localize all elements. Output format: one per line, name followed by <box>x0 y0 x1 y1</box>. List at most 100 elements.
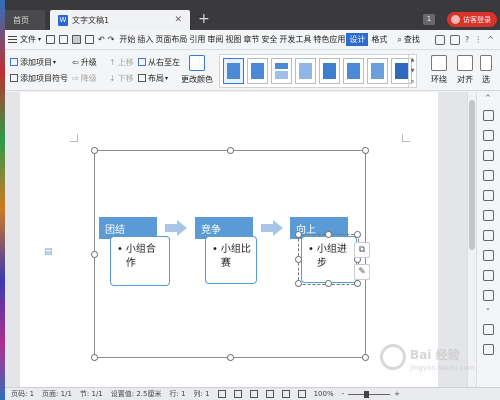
file-menu[interactable]: 文件 ▾ <box>5 34 44 45</box>
window-count-badge[interactable]: 1 <box>423 14 435 25</box>
tab-sections[interactable]: 章节 <box>242 34 260 45</box>
resize-handle[interactable] <box>325 231 332 238</box>
zoom-in-button[interactable]: + <box>394 390 400 398</box>
style-thumb-5[interactable] <box>319 58 340 84</box>
style-thumb-6[interactable] <box>343 58 364 84</box>
tab-format[interactable]: 格式 <box>370 34 388 45</box>
gallery-scroll[interactable]: ▲ ▼ ≡ <box>408 55 416 87</box>
cursor-icon[interactable] <box>483 110 494 121</box>
resize-handle[interactable] <box>227 147 234 154</box>
tab-developer[interactable]: 开发工具 <box>278 34 312 45</box>
reading-view-icon[interactable] <box>249 390 258 398</box>
status-page[interactable]: 页码: 1 <box>11 389 34 399</box>
add-item-button[interactable]: 添加项目 ▾ <box>10 56 56 68</box>
style-thumb-2[interactable] <box>247 58 268 84</box>
search-button[interactable]: ⌕ 查找 <box>394 34 422 45</box>
status-setting[interactable]: 设置值: 2.5厘米 <box>111 389 162 399</box>
tab-insert[interactable]: 插入 <box>136 34 154 45</box>
style-thumb-4[interactable] <box>295 58 316 84</box>
collapse-ribbon-icon[interactable]: ^ <box>487 35 494 44</box>
zoom-slider[interactable] <box>348 390 391 398</box>
resize-handle[interactable] <box>227 354 234 361</box>
guest-login-button[interactable]: 访客登录 <box>447 12 497 27</box>
chevron-down-icon[interactable]: ▼ <box>411 68 415 74</box>
resize-handle[interactable] <box>91 354 98 361</box>
zoom-slider-knob[interactable] <box>364 390 370 398</box>
prev-page-icon[interactable] <box>483 324 494 335</box>
tab-references[interactable]: 引用 <box>188 34 206 45</box>
print-icon[interactable] <box>59 35 69 44</box>
format-icon[interactable] <box>483 130 494 141</box>
chevron-down-icon[interactable]: ⌄ <box>485 304 491 312</box>
tab-document[interactable]: W 文字文稿1 ✕ <box>50 10 190 30</box>
tab-home[interactable]: 首页 <box>5 10 45 30</box>
node-body[interactable]: • 小组比赛 <box>205 236 257 284</box>
save-icon[interactable] <box>46 35 56 44</box>
style-thumb-7[interactable] <box>367 58 388 84</box>
chevron-up-icon[interactable]: ^ <box>485 94 491 102</box>
resize-handle[interactable] <box>295 256 302 263</box>
zoom-level[interactable]: 100% <box>314 390 334 398</box>
picture-icon[interactable] <box>483 210 494 221</box>
next-page-icon[interactable] <box>483 344 494 355</box>
chevron-up-icon[interactable]: ▲ <box>411 57 415 63</box>
print-preview-icon[interactable] <box>72 35 82 44</box>
resize-handle[interactable] <box>91 147 98 154</box>
shapes-icon[interactable] <box>483 150 494 161</box>
more-icon[interactable]: ⋮ <box>474 35 482 44</box>
tab-view[interactable]: 视图 <box>224 34 242 45</box>
node-body[interactable]: • 小组合作 <box>110 236 170 286</box>
zoom-out-button[interactable]: - <box>342 390 345 398</box>
resize-handle[interactable] <box>354 231 361 238</box>
add-bullet-button[interactable]: 添加项目符号 <box>10 72 68 84</box>
resize-handle[interactable] <box>362 354 369 361</box>
change-color-button[interactable]: 更改颜色 <box>181 55 213 89</box>
scrollbar-thumb[interactable] <box>469 100 475 250</box>
outline-view-icon[interactable] <box>281 390 290 398</box>
resize-handle[interactable] <box>362 147 369 154</box>
resize-handle[interactable] <box>354 280 361 287</box>
style-icon[interactable] <box>483 170 494 181</box>
undo-icon[interactable]: ↶ <box>98 35 105 44</box>
new-tab-button[interactable]: + <box>198 11 210 27</box>
redo-icon[interactable]: ↷ <box>108 35 115 44</box>
selection-box[interactable] <box>295 231 361 287</box>
document-page[interactable]: ▤ 团结 • 小组合作 竞争 • 小组比赛 向上 • 小组进步 ⧉ ✎ <box>20 92 438 387</box>
style-thumb-3[interactable] <box>271 58 292 84</box>
backup-icon[interactable] <box>483 250 494 261</box>
downgrade-button[interactable]: ⇨ 降级 <box>72 72 97 84</box>
gallery-more-icon[interactable]: ≡ <box>410 79 414 85</box>
tab-design[interactable]: 设计 <box>346 33 369 46</box>
resize-handle[interactable] <box>91 251 98 258</box>
smartart-frame[interactable]: 团结 • 小组合作 竞争 • 小组比赛 向上 • 小组进步 <box>91 147 369 361</box>
tab-start[interactable]: 开始 <box>118 34 136 45</box>
fullscreen-icon[interactable] <box>233 390 242 398</box>
share-icon[interactable] <box>435 34 446 45</box>
resize-handle[interactable] <box>325 280 332 287</box>
paragraph-anchor-icon[interactable]: ▤ <box>44 247 53 257</box>
page-view-icon[interactable] <box>265 390 274 398</box>
edit-style-icon[interactable]: ✎ <box>354 264 370 280</box>
move-up-button[interactable]: ↑ 上移 <box>109 56 134 68</box>
web-view-icon[interactable] <box>297 390 306 398</box>
close-tab-icon[interactable]: ✕ <box>174 15 182 25</box>
help-icon[interactable] <box>483 290 494 301</box>
tab-featured[interactable]: 特色应用 <box>312 34 346 45</box>
share-icon[interactable] <box>483 270 494 281</box>
chart-icon[interactable] <box>483 230 494 241</box>
layout-button[interactable]: 布局 ▾ <box>138 72 168 84</box>
tab-page-layout[interactable]: 页面布局 <box>154 34 188 45</box>
tab-security[interactable]: 安全 <box>260 34 278 45</box>
tab-review[interactable]: 审阅 <box>206 34 224 45</box>
style-thumb-1[interactable] <box>223 58 244 84</box>
layout-options-icon[interactable]: ⧉ <box>354 242 370 258</box>
upgrade-button[interactable]: ⇦ 升级 <box>72 56 97 68</box>
spellcheck-icon[interactable] <box>217 390 226 398</box>
resize-handle[interactable] <box>295 231 302 238</box>
cloud-sync-icon[interactable] <box>450 34 461 45</box>
status-section[interactable]: 节: 1/1 <box>80 389 103 399</box>
export-pdf-icon[interactable] <box>85 35 95 44</box>
status-pages[interactable]: 页面: 1/1 <box>42 389 72 399</box>
table-icon[interactable] <box>483 190 494 201</box>
right-to-left-button[interactable]: 从右至左 <box>138 56 180 68</box>
